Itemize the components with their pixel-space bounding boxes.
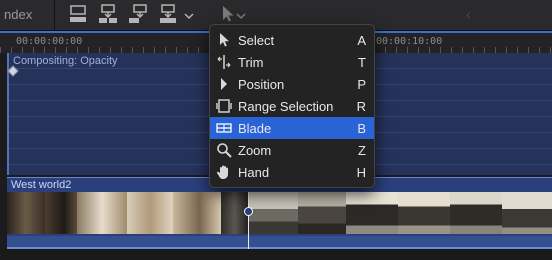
menu-item-label: Select — [238, 33, 275, 48]
trim-icon — [216, 54, 232, 70]
menu-item-position[interactable]: Position P — [210, 73, 374, 95]
filmstrip-frame — [7, 192, 45, 234]
filmstrip-frame — [502, 192, 552, 234]
filmstrip-frame — [173, 192, 221, 234]
menu-item-trim[interactable]: Trim T — [210, 51, 374, 73]
overwrite-clip-icon[interactable] — [158, 4, 178, 24]
menu-item-blade[interactable]: Blade B — [210, 117, 374, 139]
filmstrip-frame — [45, 192, 77, 234]
filmstrip-frame — [127, 192, 173, 234]
menu-item-shortcut: A — [357, 33, 366, 48]
menu-item-label: Hand — [238, 165, 270, 180]
back-icon[interactable]: ‹ — [466, 6, 471, 22]
menu-item-label: Blade — [238, 121, 272, 136]
menu-item-label: Position — [238, 77, 285, 92]
edit-options-chevron-icon[interactable] — [184, 8, 194, 26]
menu-item-zoom[interactable]: Zoom Z — [210, 139, 374, 161]
zoom-icon — [216, 142, 232, 158]
index-button[interactable]: ndex — [4, 7, 32, 22]
clip-name: West world2 — [11, 179, 72, 191]
connect-clip-icon[interactable] — [68, 4, 88, 24]
timeline-bottom-strip — [0, 249, 552, 260]
menu-item-label: Trim — [238, 55, 264, 70]
tool-selector-arrow-icon[interactable] — [218, 4, 238, 24]
position-icon — [216, 76, 232, 92]
menu-item-shortcut: T — [358, 55, 366, 70]
menu-item-shortcut: B — [357, 121, 366, 136]
blade-icon — [216, 120, 232, 136]
filmstrip-frame — [346, 192, 398, 234]
clip-filmstrip — [7, 192, 552, 234]
menu-item-label: Zoom — [238, 143, 272, 158]
menu-item-shortcut: R — [356, 99, 366, 114]
menu-item-hand[interactable]: Hand H — [210, 161, 374, 183]
keyframe-handle[interactable] — [7, 65, 19, 77]
filmstrip-frame — [298, 192, 346, 234]
hand-icon — [216, 164, 232, 180]
append-clip-icon[interactable] — [128, 4, 148, 24]
menu-item-shortcut: P — [357, 77, 366, 92]
ruler-timecode-mid: 00:00:10:00 — [376, 36, 443, 47]
filmstrip-frame — [248, 192, 298, 234]
toolbar-divider — [54, 0, 55, 30]
filmstrip-frame — [398, 192, 450, 234]
menu-item-range-selection[interactable]: Range Selection R — [210, 95, 374, 117]
range-selection-icon — [216, 98, 232, 114]
ruler-timecode-start: 00:00:00:00 — [16, 36, 83, 47]
audio-waveform — [7, 236, 552, 250]
insert-clip-icon[interactable] — [98, 4, 118, 24]
menu-item-shortcut: Z — [358, 143, 366, 158]
filmstrip-frame — [450, 192, 502, 234]
menu-item-select[interactable]: Select A — [210, 29, 374, 51]
tools-menu: Select A Trim T Position P Range Selecti… — [209, 24, 375, 188]
arrow-icon — [216, 32, 232, 48]
compositing-title: Compositing: Opacity — [13, 55, 118, 67]
menu-item-label: Range Selection — [238, 99, 334, 114]
filmstrip-frame — [77, 192, 127, 234]
skimmer-handle[interactable] — [244, 207, 253, 216]
menu-item-shortcut: H — [356, 165, 366, 180]
